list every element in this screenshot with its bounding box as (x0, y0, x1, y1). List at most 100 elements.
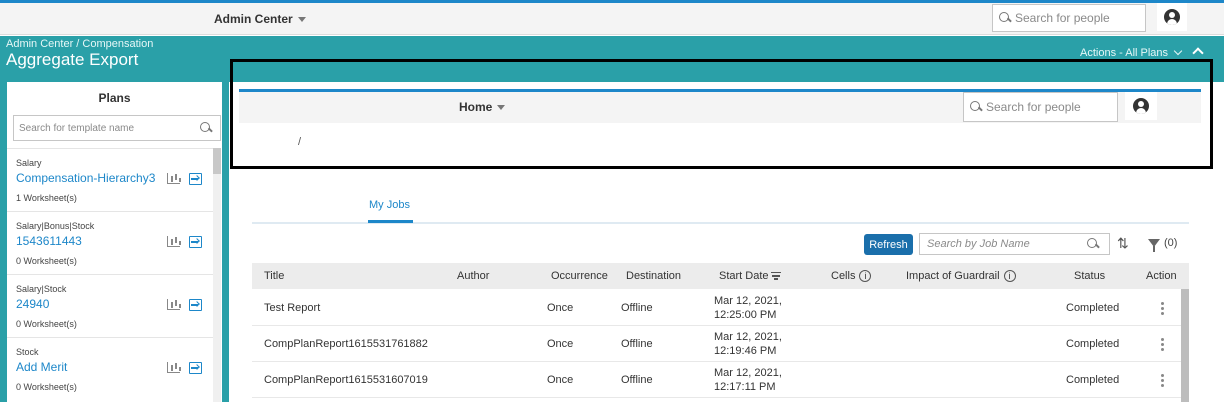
user-avatar-icon (1164, 9, 1180, 25)
filter-count: (0) (1164, 237, 1178, 249)
plan-name-link[interactable]: 24940 (16, 297, 49, 311)
plans-title: Plans (98, 91, 131, 105)
plan-category: Salary (16, 158, 42, 168)
column-header-guardrail[interactable]: Impact of Guardrail i (906, 270, 1016, 283)
export-icon[interactable] (189, 362, 202, 374)
export-icon[interactable] (189, 299, 202, 311)
row-actions-icon[interactable] (1161, 338, 1164, 341)
cell-title: Test Report (264, 302, 321, 314)
cell-status: Completed (1066, 338, 1120, 350)
plan-name-link[interactable]: 1543611443 (16, 234, 82, 248)
page-title: Aggregate Export (6, 50, 139, 69)
actions-menu-label: Actions - All Plans (1080, 47, 1169, 59)
filter-button[interactable]: (0) (1148, 237, 1178, 252)
search-icon (1087, 238, 1099, 250)
export-icon[interactable] (189, 173, 202, 185)
start-date-day: Mar 12, 2021, (714, 367, 782, 379)
list-item[interactable]: Salary|Bonus|Stock 1543611443 0 Workshee… (7, 211, 213, 274)
list-item[interactable]: Salary|Stock 24940 0 Worksheet(s) (7, 274, 213, 337)
cell-status: Completed (1066, 374, 1120, 386)
plan-worksheet-count: 0 Worksheet(s) (16, 382, 77, 392)
plan-category: Salary|Stock (16, 284, 67, 294)
job-search-input[interactable]: Search by Job Name (919, 233, 1110, 255)
cell-start-date: Mar 12, 2021, 12:25:00 PM (714, 294, 782, 322)
cell-destination: Offline (621, 302, 653, 314)
bar-chart-icon[interactable] (167, 362, 180, 373)
template-search-placeholder: Search for template name (19, 122, 135, 134)
guardrail-label: Impact of Guardrail (906, 270, 1000, 282)
plans-panel: Plans Search for template name Salary Co… (7, 82, 222, 402)
start-date-label: Start Date (719, 270, 769, 282)
start-date-time: 12:25:00 PM (714, 309, 777, 321)
plan-category: Stock (16, 347, 39, 357)
info-icon[interactable]: i (859, 270, 872, 283)
bar-chart-icon[interactable] (167, 236, 180, 247)
info-icon[interactable]: i (1003, 270, 1016, 283)
bar-chart-icon[interactable] (167, 173, 180, 184)
column-header-cells[interactable]: Cells i (831, 270, 872, 283)
plan-worksheet-count: 0 Worksheet(s) (16, 319, 77, 329)
cell-destination: Offline (621, 374, 653, 386)
refresh-button[interactable]: Refresh (864, 234, 913, 255)
caret-down-icon (297, 17, 306, 23)
column-header-occurrence[interactable]: Occurrence (551, 270, 608, 282)
column-header-start-date[interactable]: Start Date (719, 270, 781, 282)
actions-menu[interactable]: Actions - All Plans (1080, 46, 1183, 59)
column-header-author[interactable]: Author (457, 270, 489, 282)
plans-scroll-thumb[interactable] (213, 148, 221, 174)
column-header-title[interactable]: Title (264, 270, 284, 282)
tab-my-jobs[interactable]: My Jobs (366, 199, 413, 211)
column-header-status[interactable]: Status (1074, 270, 1105, 282)
list-item[interactable]: Salary Compensation-Hierarchy3 1 Workshe… (7, 148, 213, 211)
cell-occurrence: Once (547, 374, 574, 386)
highlight-frame (230, 59, 1213, 169)
row-actions-icon[interactable] (1161, 302, 1164, 305)
table-header: Title Author Occurrence Destination Star… (252, 263, 1189, 289)
cell-destination: Offline (621, 338, 653, 350)
cell-status: Completed (1066, 302, 1120, 314)
plan-worksheet-count: 0 Worksheet(s) (16, 256, 77, 266)
start-date-time: 12:17:11 PM (714, 381, 776, 393)
people-search-placeholder: Search for people (1015, 11, 1110, 25)
table-row[interactable]: CompPlanReport1615531607019 Once Offline… (252, 362, 1181, 398)
export-icon[interactable] (189, 236, 202, 248)
shell-menu-admin-center[interactable]: Admin Center (214, 12, 306, 26)
cell-occurrence: Once (547, 338, 574, 350)
start-date-day: Mar 12, 2021, (714, 295, 782, 307)
template-search-input[interactable]: Search for template name (13, 115, 221, 141)
filter-icon (1148, 239, 1160, 252)
plan-name-link[interactable]: Add Merit (16, 360, 67, 374)
start-date-day: Mar 12, 2021, (714, 331, 782, 343)
column-header-destination[interactable]: Destination (626, 270, 681, 282)
tab-active-indicator (368, 220, 413, 223)
column-header-action: Action (1146, 270, 1177, 282)
search-icon (200, 122, 212, 134)
cell-start-date: Mar 12, 2021, 12:19:46 PM (714, 330, 782, 358)
plan-category: Salary|Bonus|Stock (16, 221, 95, 231)
table-row[interactable]: Test Report Once Offline Mar 12, 2021, 1… (252, 290, 1181, 326)
start-date-time: 12:19:46 PM (714, 345, 777, 357)
breadcrumb[interactable]: Admin Center / Compensation (6, 38, 153, 50)
bar-chart-icon[interactable] (167, 299, 180, 310)
row-actions-icon[interactable] (1161, 374, 1164, 377)
plan-list: Salary Compensation-Hierarchy3 1 Workshe… (7, 148, 213, 400)
job-search-placeholder: Search by Job Name (927, 238, 1030, 250)
search-icon (999, 12, 1011, 24)
user-profile-button[interactable] (1157, 3, 1187, 31)
plans-scrollbar[interactable] (213, 148, 221, 402)
sort-descending-icon (770, 272, 781, 280)
cell-start-date: Mar 12, 2021, 12:17:11 PM (714, 366, 782, 394)
table-row[interactable]: CompPlanReport1615531761882 Once Offline… (252, 326, 1181, 362)
sort-icon[interactable]: ⇅ (1117, 235, 1129, 252)
cell-title: CompPlanReport1615531761882 (264, 338, 428, 350)
shell-title-label: Admin Center (214, 12, 293, 26)
chevron-down-icon (1173, 46, 1183, 56)
plan-name-link[interactable]: Compensation-Hierarchy3 (16, 171, 155, 185)
cell-occurrence: Once (547, 302, 574, 314)
cell-title: CompPlanReport1615531607019 (264, 374, 428, 386)
people-search-input[interactable]: Search for people (992, 4, 1146, 32)
list-item[interactable]: Stock Add Merit 0 Worksheet(s) (7, 337, 213, 400)
table-scrollbar[interactable] (1181, 289, 1189, 402)
cells-label: Cells (831, 270, 856, 282)
plan-worksheet-count: 1 Worksheet(s) (16, 193, 77, 203)
